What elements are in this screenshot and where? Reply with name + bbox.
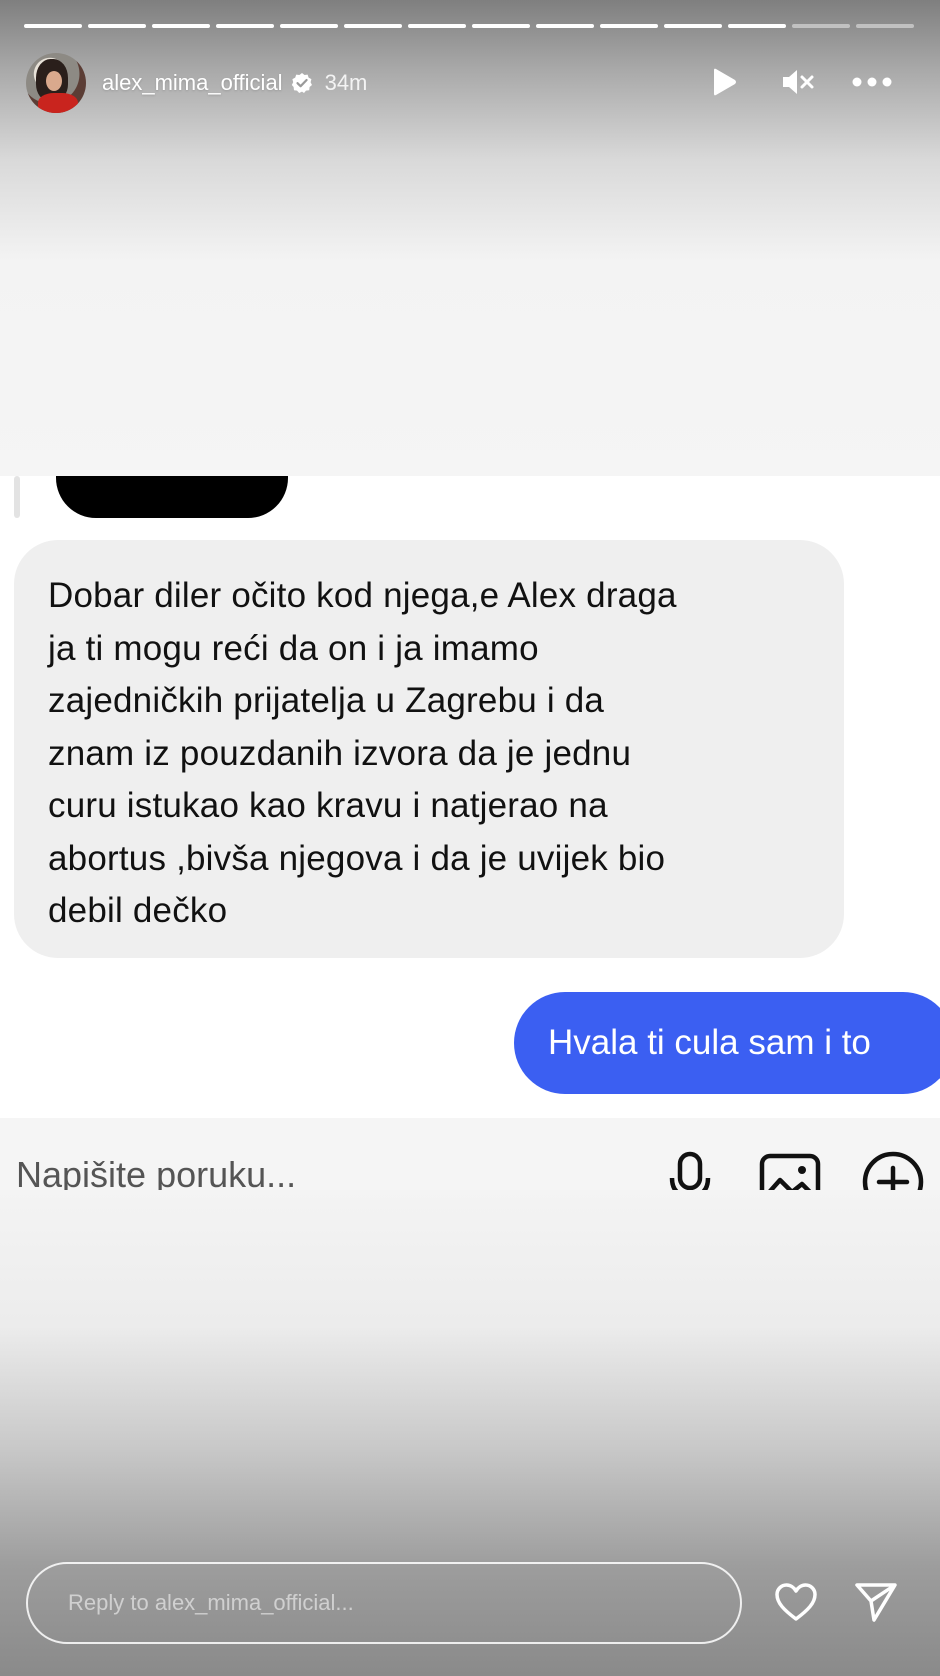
incoming-message-line: ja ti mogu reći da on i ja imamo bbox=[48, 628, 539, 668]
progress-segment bbox=[152, 24, 210, 28]
progress-segment bbox=[280, 24, 338, 28]
progress-segment bbox=[600, 24, 658, 28]
progress-segment bbox=[24, 24, 82, 28]
image-icon bbox=[758, 1148, 822, 1190]
message-composer: Napišite poruku... bbox=[0, 1118, 940, 1190]
story-header: alex_mima_official 34m bbox=[26, 52, 906, 114]
outgoing-message-text: Hvala ti cula sam i to bbox=[548, 1023, 871, 1062]
heart-icon[interactable] bbox=[772, 1578, 820, 1626]
play-icon[interactable] bbox=[702, 60, 746, 104]
incoming-message-line: znam iz pouzdanih izvora da je jednu bbox=[48, 733, 632, 773]
send-icon[interactable] bbox=[852, 1578, 900, 1626]
mute-icon[interactable] bbox=[776, 60, 820, 104]
story-username[interactable]: alex_mima_official bbox=[102, 70, 283, 96]
incoming-message-line: debil dečko bbox=[48, 891, 228, 930]
incoming-message-bubble: Dobar diler očito kod njega,e Alex draga… bbox=[14, 540, 844, 958]
incoming-message-line: abortus ,bivša njegova i da je uvijek bi… bbox=[48, 838, 666, 878]
reply-quote-line bbox=[14, 476, 20, 518]
progress-segment bbox=[792, 24, 850, 28]
incoming-message-line: zajedničkih prijatelja u Zagrebu i da bbox=[48, 681, 605, 720]
incoming-message-line: Dobar diler očito kod njega,e Alex draga bbox=[48, 576, 677, 615]
story-progress-bars bbox=[24, 24, 914, 28]
verified-badge-icon bbox=[291, 72, 313, 94]
progress-segment bbox=[536, 24, 594, 28]
progress-segment bbox=[728, 24, 786, 28]
composer-placeholder: Napišite poruku... bbox=[16, 1154, 297, 1190]
microphone-icon bbox=[664, 1148, 716, 1190]
progress-segment bbox=[216, 24, 274, 28]
chat-screenshot: Dobar diler očito kod njega,e Alex draga… bbox=[0, 476, 940, 1118]
add-icon bbox=[860, 1148, 926, 1190]
progress-segment bbox=[408, 24, 466, 28]
progress-segment bbox=[664, 24, 722, 28]
progress-segment bbox=[88, 24, 146, 28]
incoming-message-line: curu istukao kao kravu i natjerao na bbox=[48, 786, 608, 825]
avatar[interactable] bbox=[26, 53, 86, 113]
reply-input[interactable] bbox=[66, 1589, 670, 1617]
redacted-block bbox=[56, 476, 288, 518]
more-icon[interactable] bbox=[850, 60, 894, 104]
progress-segment bbox=[344, 24, 402, 28]
progress-segment bbox=[472, 24, 530, 28]
outgoing-message-bubble: Hvala ti cula sam i to bbox=[514, 992, 940, 1094]
story-time: 34m bbox=[324, 70, 368, 95]
story-reply-field[interactable] bbox=[26, 1562, 742, 1644]
progress-segment bbox=[856, 24, 914, 28]
